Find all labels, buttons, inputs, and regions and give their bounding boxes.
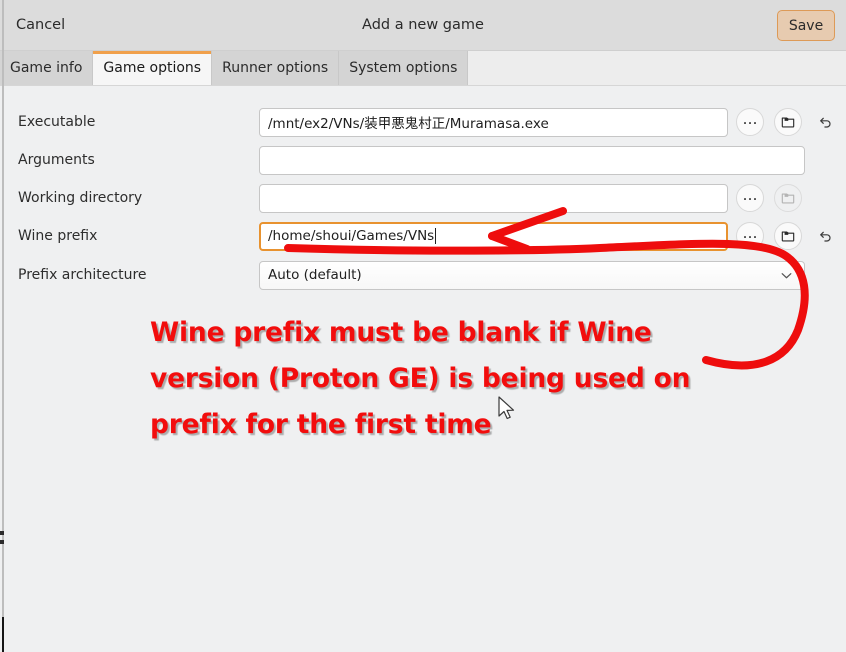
tab-bar: Game info Game options Runner options Sy… — [0, 51, 846, 86]
window-headerbar: Cancel Add a new game Save — [0, 0, 846, 51]
cancel-button[interactable]: Cancel — [10, 0, 71, 50]
wine-prefix-browse-button[interactable]: … — [736, 222, 764, 250]
arguments-label: Arguments — [18, 152, 95, 168]
undo-icon — [819, 117, 831, 128]
wine-prefix-input[interactable]: /home/shoui/Games/VNs — [259, 221, 728, 251]
row-arguments: Arguments — [0, 145, 846, 175]
executable-open-folder-button[interactable] — [774, 108, 802, 136]
prefix-architecture-selected-value: Auto (default) — [268, 267, 362, 283]
tab-system-options[interactable]: System options — [339, 51, 469, 85]
game-options-form: Executable /mnt/ex2/VNs/装甲悪鬼村正/Muramasa.… — [0, 86, 846, 652]
window-left-border-dark — [2, 617, 4, 652]
prefix-architecture-label: Prefix architecture — [18, 267, 147, 283]
tab-label: Runner options — [222, 60, 329, 76]
save-button[interactable]: Save — [777, 10, 835, 41]
executable-label: Executable — [18, 114, 96, 130]
undo-icon — [819, 231, 831, 242]
ellipsis-icon: … — [742, 223, 758, 242]
text-caret — [435, 228, 437, 244]
window-left-border — [2, 0, 4, 652]
ellipsis-icon: … — [742, 185, 758, 204]
executable-reset-button[interactable] — [814, 109, 836, 135]
row-wine-prefix: Wine prefix /home/shoui/Games/VNs … — [0, 221, 846, 251]
wine-prefix-reset-button[interactable] — [814, 223, 836, 249]
wine-prefix-open-folder-button[interactable] — [774, 222, 802, 250]
prefix-architecture-select[interactable]: Auto (default) — [259, 260, 805, 290]
working-directory-open-folder-button — [774, 184, 802, 212]
row-executable: Executable /mnt/ex2/VNs/装甲悪鬼村正/Muramasa.… — [0, 107, 846, 137]
working-directory-browse-button[interactable]: … — [736, 184, 764, 212]
row-working-directory: Working directory … — [0, 183, 846, 213]
edge-artifact — [0, 531, 4, 535]
executable-input[interactable]: /mnt/ex2/VNs/装甲悪鬼村正/Muramasa.exe — [259, 107, 728, 137]
lutris-add-game-window: Cancel Add a new game Save Game info Gam… — [0, 0, 846, 652]
edge-artifact — [0, 540, 4, 544]
row-prefix-architecture: Prefix architecture Auto (default) — [0, 260, 846, 290]
page-title: Add a new game — [362, 17, 484, 33]
tab-label: System options — [349, 60, 458, 76]
executable-input-value: /mnt/ex2/VNs/装甲悪鬼村正/Muramasa.exe — [268, 116, 549, 132]
tab-bar-filler — [468, 51, 846, 85]
working-directory-input[interactable] — [259, 183, 728, 213]
tab-runner-options[interactable]: Runner options — [212, 51, 340, 85]
wine-prefix-input-value: /home/shoui/Games/VNs — [268, 228, 435, 244]
tab-label: Game info — [10, 60, 83, 76]
wine-prefix-label: Wine prefix — [18, 228, 98, 244]
folder-icon — [781, 117, 795, 128]
ellipsis-icon: … — [742, 109, 758, 128]
tab-game-info[interactable]: Game info — [0, 51, 94, 85]
working-directory-label: Working directory — [18, 190, 143, 206]
tab-game-options[interactable]: Game options — [93, 51, 213, 85]
chevron-down-icon — [779, 262, 794, 289]
tab-label: Game options — [103, 60, 202, 76]
folder-icon — [781, 231, 795, 242]
arguments-input[interactable] — [259, 145, 805, 175]
folder-icon — [781, 193, 795, 204]
executable-browse-button[interactable]: … — [736, 108, 764, 136]
